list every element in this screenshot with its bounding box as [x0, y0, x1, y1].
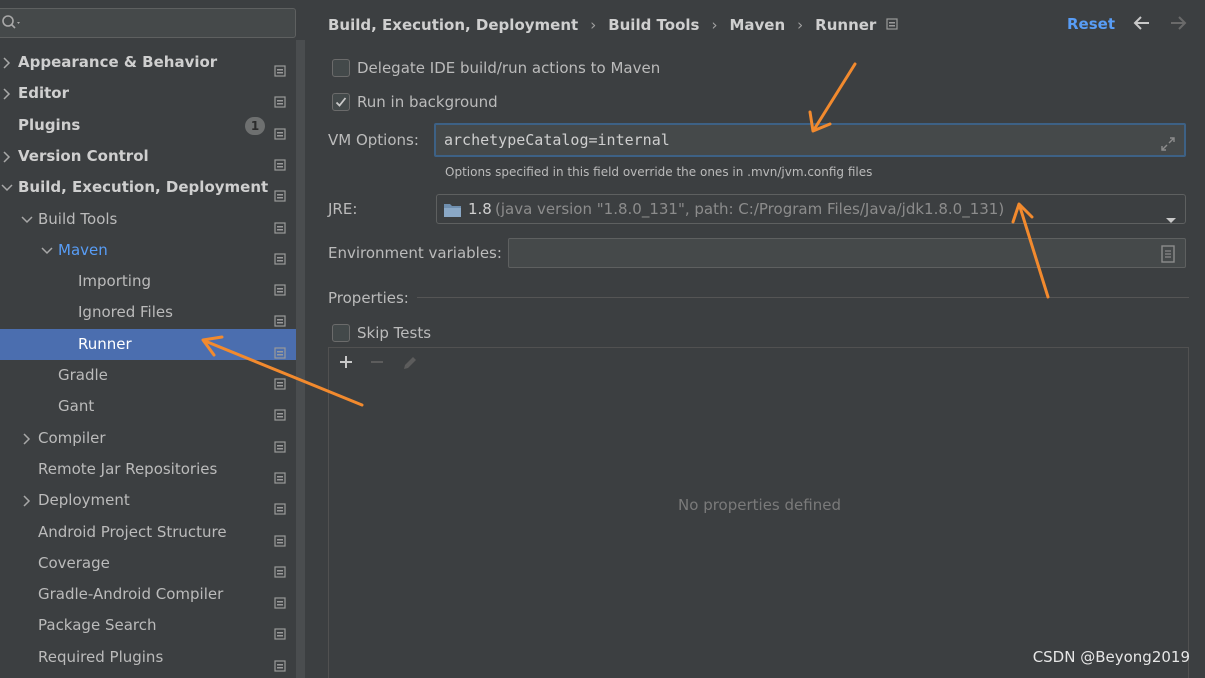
properties-divider [417, 297, 1189, 298]
add-icon[interactable] [338, 354, 354, 374]
jre-detail: (java version "1.8.0_131", path: C:/Prog… [495, 200, 1005, 218]
sidebar-scrollbar[interactable] [296, 40, 305, 678]
vm-options-label: VM Options: [328, 131, 419, 149]
sidebar-item-label: Compiler [38, 429, 106, 447]
sidebar-item-version-control[interactable]: Version Control [0, 141, 296, 172]
search-icon [1, 14, 23, 36]
jdk-folder-icon [443, 200, 463, 228]
sidebar-item-label: Build, Execution, Deployment [18, 178, 269, 196]
sidebar-item-label: Android Project Structure [38, 523, 227, 541]
vm-options-value: archetypeCatalog=internal [444, 131, 670, 149]
sidebar-item-label: Deployment [38, 491, 130, 509]
breadcrumb-separator-icon: › [590, 15, 597, 34]
properties-label: Properties: [328, 289, 409, 307]
sidebar-item-remote-jar-repositories[interactable]: Remote Jar Repositories [0, 454, 296, 485]
chevron-down-icon[interactable] [20, 204, 34, 235]
skip-tests-checkbox[interactable] [332, 324, 350, 342]
edit-pencil-icon[interactable] [401, 354, 419, 376]
project-page-icon [886, 13, 898, 37]
properties-table[interactable]: No properties defined [328, 377, 1189, 678]
sidebar-item-runner[interactable]: Runner [0, 329, 296, 360]
update-count-badge: 1 [245, 117, 265, 135]
properties-empty-text: No properties defined [678, 496, 841, 514]
chevron-down-icon[interactable] [0, 172, 14, 203]
sidebar-item-android-project-structure[interactable]: Android Project Structure [0, 517, 296, 548]
sidebar-item-label: Gant [58, 397, 95, 415]
sidebar-item-plugins[interactable]: Plugins 1 [0, 110, 296, 141]
remove-icon[interactable] [369, 354, 385, 374]
sidebar-item-label: Required Plugins [38, 648, 164, 666]
sidebar-item-compiler[interactable]: Compiler [0, 423, 296, 454]
sidebar-item-coverage[interactable]: Coverage [0, 548, 296, 579]
reset-button[interactable]: Reset [1067, 12, 1115, 36]
breadcrumb-item-build-execution-deployment[interactable]: Build, Execution, Deployment [328, 13, 578, 37]
skip-tests-label: Skip Tests [357, 324, 432, 342]
jre-label: JRE: [328, 200, 358, 218]
sidebar-item-label: Gradle [58, 366, 108, 384]
env-variables-input[interactable] [508, 238, 1186, 268]
breadcrumb-separator-icon: › [797, 15, 804, 34]
sidebar-item-build-execution-deployment[interactable]: Build, Execution, Deployment [0, 172, 296, 203]
settings-sidebar: Appearance & Behavior Editor Plugins 1 Versi… [0, 0, 306, 678]
chevron-right-icon[interactable] [0, 141, 14, 172]
sidebar-item-gant[interactable]: Gant [0, 391, 296, 422]
settings-search-input[interactable] [0, 8, 296, 38]
jre-version: 1.8 [468, 200, 492, 218]
vm-options-input[interactable]: archetypeCatalog=internal [434, 123, 1186, 157]
sidebar-item-appearance-behavior[interactable]: Appearance & Behavior [0, 47, 296, 78]
sidebar-item-label: Editor [18, 84, 69, 102]
sidebar-item-label: Ignored Files [78, 303, 173, 321]
run-in-background-label: Run in background [357, 93, 498, 111]
breadcrumb-item-maven[interactable]: Maven [729, 13, 785, 37]
delegate-build-label: Delegate IDE build/run actions to Maven [357, 59, 661, 77]
sidebar-item-maven[interactable]: Maven [0, 235, 296, 266]
run-in-background-checkbox[interactable] [332, 93, 350, 111]
sidebar-item-gradle-android-compiler[interactable]: Gradle-Android Compiler [0, 579, 296, 610]
sidebar-item-label: Maven [58, 241, 108, 259]
chevron-right-icon[interactable] [0, 47, 14, 78]
breadcrumb-item-runner: Runner [815, 15, 877, 34]
chevron-down-icon[interactable] [40, 235, 54, 266]
sidebar-item-label: Build Tools [38, 210, 118, 228]
properties-toolbar [328, 347, 1189, 378]
breadcrumb-item-build-tools[interactable]: Build Tools [608, 13, 699, 37]
env-variables-label: Environment variables: [328, 244, 502, 262]
sidebar-item-deployment[interactable]: Deployment [0, 485, 296, 516]
sidebar-item-label: Appearance & Behavior [18, 53, 218, 71]
vm-options-hint: Options specified in this field override… [445, 165, 873, 179]
sidebar-item-label: Plugins [18, 116, 81, 134]
sidebar-item-package-search[interactable]: Package Search [0, 610, 296, 641]
expand-icon[interactable] [1160, 132, 1176, 162]
dropdown-arrow-icon [1165, 206, 1177, 234]
sidebar-item-label: Importing [78, 272, 151, 290]
sidebar-item-label: Gradle-Android Compiler [38, 585, 224, 603]
sidebar-item-importing[interactable]: Importing [0, 266, 296, 297]
project-page-icon [274, 652, 286, 678]
sidebar-item-label: Coverage [38, 554, 110, 572]
delegate-build-checkbox[interactable] [332, 59, 350, 77]
sidebar-item-ignored-files[interactable]: Ignored Files [0, 297, 296, 328]
back-arrow-icon[interactable] [1132, 13, 1152, 37]
browse-document-icon[interactable] [1161, 245, 1175, 267]
jre-dropdown[interactable]: 1.8 (java version "1.8.0_131", path: C:/… [436, 194, 1186, 224]
sidebar-item-gradle[interactable]: Gradle [0, 360, 296, 391]
sidebar-item-editor[interactable]: Editor [0, 78, 296, 109]
runner-settings-panel: Build, Execution, Deployment › Build Tools… [306, 0, 1205, 678]
sidebar-item-label: Version Control [18, 147, 149, 165]
chevron-right-icon[interactable] [20, 423, 34, 454]
chevron-right-icon[interactable] [0, 78, 14, 109]
sidebar-item-required-plugins[interactable]: Required Plugins [0, 642, 296, 673]
sidebar-item-label: Package Search [38, 616, 157, 634]
sidebar-item-label: Remote Jar Repositories [38, 460, 218, 478]
sidebar-item-build-tools[interactable]: Build Tools [0, 204, 296, 235]
sidebar-item-label: Runner [78, 335, 132, 353]
csdn-watermark: CSDN @Beyong2019 [1032, 648, 1190, 666]
chevron-right-icon[interactable] [20, 485, 34, 516]
breadcrumb-separator-icon: › [711, 15, 718, 34]
breadcrumb: Build, Execution, Deployment › Build Tools… [328, 12, 898, 36]
forward-arrow-icon[interactable] [1168, 13, 1188, 37]
